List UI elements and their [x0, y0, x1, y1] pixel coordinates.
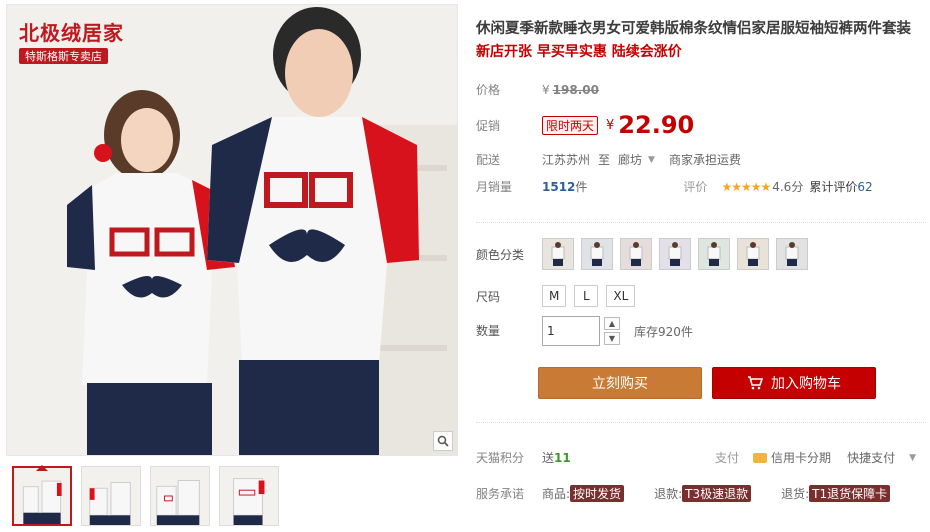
color-swatch[interactable] — [698, 238, 730, 270]
price-label: 价格 — [476, 83, 501, 97]
shipping-row: 配送 江苏苏州 至 廊坊 ▼ 商家承担运费 — [476, 151, 741, 168]
color-label: 颜色分类 — [476, 247, 525, 262]
magnifier-icon[interactable] — [433, 431, 453, 451]
quantity-label: 数量 — [476, 324, 501, 338]
service-return-tag: T1退货保障卡 — [809, 485, 891, 502]
credit-card-icon — [753, 452, 768, 463]
ship-to-word: 至 — [598, 153, 611, 167]
promo-price-row: 促销 限时两天 ¥ 22.90 — [476, 111, 694, 139]
divider — [476, 222, 926, 223]
size-row: 尺码 M L XL — [476, 285, 636, 307]
service-return: 退货: — [781, 487, 810, 501]
product-title: 休闲夏季新款睡衣男女可爱韩版棉条纹情侣家居服短袖短裤两件套装 — [476, 21, 911, 37]
store-name: 特斯格斯专卖店 — [19, 48, 108, 64]
rating-score: 4.6分 — [772, 180, 804, 194]
thumbnail-1[interactable] — [12, 465, 72, 526]
thumbnail-strip — [12, 465, 279, 526]
service-label: 服务承诺 — [476, 487, 525, 501]
color-row: 颜色分类 — [476, 238, 808, 270]
size-options: M L XL — [542, 285, 636, 307]
color-swatches — [542, 238, 808, 270]
brand-logo: 北极绒居家 特斯格斯专卖店 — [19, 17, 124, 64]
points-send: 送 — [542, 451, 555, 465]
service-row: 服务承诺 商品: 按时发货 退款: T3极速退款 退货: T1退货保障卡 — [476, 485, 891, 502]
price-currency: ¥ — [542, 82, 550, 97]
color-swatch[interactable] — [581, 238, 613, 270]
quantity-stepper: ▲ ▼ — [604, 317, 620, 345]
buy-now-label: 立刻购买 — [592, 376, 648, 392]
original-price: 198.00 — [552, 82, 599, 97]
promo-price: 22.90 — [618, 111, 695, 139]
sales-row: 月销量 1512 件 评价 ★★★★★ 4.6分 累计评价62 — [476, 178, 873, 195]
service-refund-tag: T3极速退款 — [682, 485, 752, 502]
promo-currency: ¥ — [606, 117, 615, 133]
sales-label: 月销量 — [476, 180, 513, 194]
product-photo — [7, 5, 457, 455]
buy-now-button[interactable]: 立刻购买 — [538, 367, 702, 399]
size-option-m[interactable]: M — [542, 285, 567, 307]
color-swatch[interactable] — [542, 238, 574, 270]
reviews-label: 累计评价 — [809, 180, 858, 194]
service-refund: 退款: — [654, 487, 683, 501]
service-goods-tag: 按时发货 — [570, 485, 625, 502]
size-label: 尺码 — [476, 289, 501, 304]
color-swatch[interactable] — [659, 238, 691, 270]
ship-to-select[interactable]: 廊坊 ▼ — [618, 151, 655, 168]
ship-to: 廊坊 — [618, 153, 643, 167]
pay-label: 支付 — [715, 451, 740, 465]
quantity-increase-button[interactable]: ▲ — [604, 317, 620, 330]
thumbnail-2[interactable] — [81, 466, 141, 526]
brand-name: 北极绒居家 — [19, 21, 124, 45]
add-to-cart-label: 加入购物车 — [771, 376, 841, 392]
quantity-input[interactable] — [542, 316, 600, 346]
sales-unit: 件 — [575, 180, 588, 194]
quick-pay[interactable]: 快捷支付 — [847, 449, 895, 466]
quantity-row: 数量 ▲ ▼ 库存920件 — [476, 316, 693, 346]
chevron-down-icon[interactable]: ▼ — [909, 453, 916, 463]
divider — [476, 422, 926, 423]
add-to-cart-button[interactable]: 加入购物车 — [712, 367, 876, 399]
promo-tag: 限时两天 — [542, 115, 599, 135]
ship-fee: 商家承担运费 — [668, 153, 741, 167]
service-goods: 商品: — [542, 487, 571, 501]
size-option-l[interactable]: L — [574, 285, 599, 307]
chevron-down-icon: ▼ — [648, 154, 655, 165]
quantity-decrease-button[interactable]: ▼ — [604, 332, 620, 345]
points-row: 天猫积分 送 11 支付 信用卡分期 快捷支付 ▼ — [476, 449, 916, 466]
size-option-xl[interactable]: XL — [606, 285, 636, 307]
price-row: 价格 ¥ 198.00 — [476, 81, 599, 98]
promo-label: 促销 — [476, 118, 501, 133]
sales-count: 1512 — [542, 179, 576, 194]
color-swatch[interactable] — [776, 238, 808, 270]
points-label: 天猫积分 — [476, 451, 525, 465]
thumbnail-4[interactable] — [219, 466, 279, 526]
credit-installment[interactable]: 信用卡分期 — [771, 449, 831, 466]
stock-text: 库存920件 — [634, 324, 693, 339]
main-product-image[interactable]: 北极绒居家 特斯格斯专卖店 — [6, 4, 458, 456]
shipping-label: 配送 — [476, 153, 501, 167]
color-swatch[interactable] — [620, 238, 652, 270]
promo-slogan: 新店开张 早买早实惠 陆续会涨价 — [476, 44, 682, 60]
ship-from: 江苏苏州 — [542, 153, 591, 167]
star-rating-icon: ★★★★★ — [721, 179, 771, 194]
color-swatch[interactable] — [737, 238, 769, 270]
reviews-link[interactable]: 累计评价62 — [809, 178, 872, 195]
cart-icon — [747, 376, 763, 390]
rating-label: 评价 — [683, 180, 708, 194]
points-value: 11 — [554, 450, 571, 465]
thumbnail-3[interactable] — [150, 466, 210, 526]
reviews-count: 62 — [857, 180, 873, 194]
